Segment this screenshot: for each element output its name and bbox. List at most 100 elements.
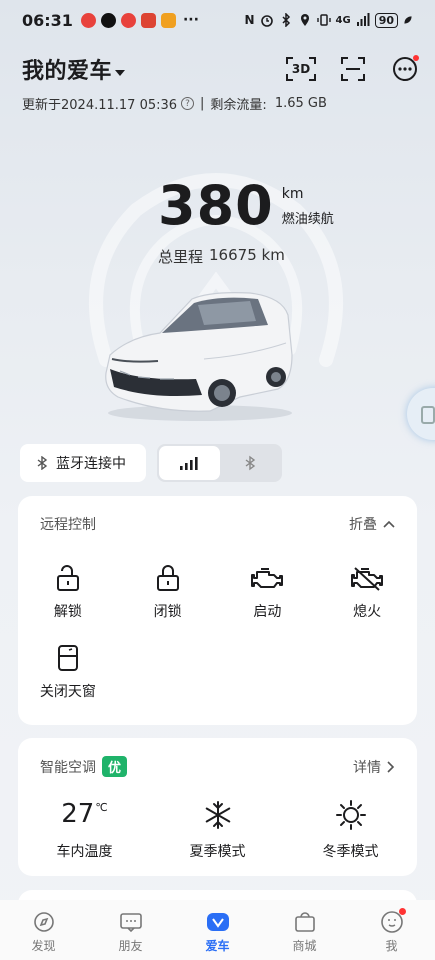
view-3d-button[interactable]: 3D — [285, 53, 317, 85]
tab-me-label: 我 — [385, 939, 398, 953]
air-quality-badge: 优 — [102, 756, 128, 777]
vibrate-icon — [316, 14, 331, 26]
unlock-icon — [56, 565, 79, 591]
tiktok-icon — [100, 12, 116, 28]
bluetooth-icon — [37, 456, 48, 470]
sun-icon — [335, 800, 366, 830]
unlock-button[interactable]: 解锁 — [18, 564, 118, 644]
status-time: 06:31 — [22, 10, 73, 30]
bluetooth-status-label: 蓝牙连接中 — [56, 456, 126, 472]
stop-engine-button[interactable]: 熄火 — [317, 564, 417, 644]
bluetooth-mode-tab[interactable] — [220, 446, 281, 480]
details-button[interactable]: 详情 — [353, 757, 395, 777]
tab-friends-label: 朋友 — [118, 939, 143, 953]
cabin-temp-label: 车内温度 — [56, 844, 113, 860]
tab-discover[interactable]: 发现 — [0, 900, 87, 960]
start-engine-button[interactable]: 启动 — [218, 564, 318, 644]
tab-friends[interactable]: 朋友 — [87, 900, 174, 960]
compass-icon — [33, 912, 54, 932]
cabin-temperature: 27 ℃ 车内温度 — [18, 799, 151, 861]
snowflake-icon — [205, 801, 230, 829]
engine-icon — [251, 568, 284, 588]
scan-icon — [341, 57, 365, 81]
tab-mall[interactable]: 商城 — [261, 900, 348, 960]
car-logo-icon — [206, 913, 229, 931]
connection-mode-toggle — [157, 444, 282, 482]
help-icon[interactable]: ? — [181, 97, 195, 110]
status-system-icons: N 4G 90 — [244, 12, 413, 28]
stop-engine-label: 熄火 — [353, 604, 382, 620]
remote-control-title: 远程控制 — [40, 517, 96, 533]
sunroof-icon — [57, 645, 78, 671]
summer-mode-button[interactable]: 夏季模式 — [151, 799, 284, 861]
nfc-icon: N — [244, 13, 255, 27]
scan-button[interactable] — [337, 53, 369, 85]
tab-mall-label: 商城 — [292, 939, 317, 953]
shopping-bag-icon — [294, 912, 315, 932]
lock-icon — [156, 565, 179, 591]
tab-my-car[interactable]: 爱车 — [174, 900, 261, 960]
signal-icon — [356, 13, 370, 26]
remote-control-card: 远程控制 折叠 解锁 闭锁 启动 熄火 关闭天窗 — [18, 496, 417, 725]
signal-bars-icon — [180, 457, 198, 470]
bottom-tab-bar: 发现 朋友 爱车 商城 我 — [0, 900, 435, 960]
weibo-icon — [120, 12, 136, 28]
close-sunroof-button[interactable]: 关闭天窗 — [18, 644, 118, 724]
bluetooth-icon — [245, 455, 255, 471]
collapse-button[interactable]: 折叠 — [349, 514, 395, 534]
status-app-icons: ··· — [80, 12, 199, 28]
winter-mode-label: 冬季模式 — [322, 844, 379, 860]
collapse-label: 折叠 — [349, 517, 377, 533]
update-separator: | — [200, 96, 205, 111]
data-remaining-value: 1.65 GB — [274, 96, 327, 111]
caret-down-icon[interactable] — [115, 70, 126, 76]
notification-dot — [399, 908, 406, 915]
lock-button[interactable]: 闭锁 — [118, 564, 218, 644]
tab-discover-label: 发现 — [31, 939, 56, 953]
start-engine-label: 启动 — [253, 604, 282, 620]
chevron-right-icon — [387, 760, 395, 773]
range-value: 380 — [158, 174, 274, 237]
notification-dot — [413, 55, 419, 61]
cabin-temp-unit: ℃ — [95, 801, 108, 814]
engine-off-icon — [351, 567, 384, 591]
car-image[interactable] — [100, 285, 300, 425]
unlock-label: 解锁 — [53, 604, 82, 620]
location-icon — [300, 14, 309, 26]
mileage-label: 总里程 — [158, 248, 204, 266]
range-label: 燃油续航 — [281, 212, 334, 227]
data-remaining-label: 剩余流量: — [210, 98, 267, 113]
tab-my-car-label: 爱车 — [205, 939, 230, 953]
lock-label: 闭锁 — [153, 604, 182, 620]
cabin-temp-value: 27 — [61, 799, 95, 829]
page-header: 我的爱车 3D — [22, 52, 421, 86]
smart-ac-title: 智能空调 — [40, 759, 96, 776]
fuel-range: 380 km 燃油续航 — [158, 178, 334, 234]
floating-assistant-button[interactable] — [407, 388, 435, 440]
news-icon — [140, 12, 156, 28]
mail-icon — [160, 12, 176, 28]
weibo-icon — [80, 12, 96, 28]
signal-mode-tab[interactable] — [159, 446, 220, 480]
total-mileage: 总里程 16675 km — [158, 246, 285, 267]
page-title[interactable]: 我的爱车 — [22, 53, 112, 85]
summer-mode-label: 夏季模式 — [189, 844, 246, 860]
view-3d-label: 3D — [291, 62, 311, 76]
eco-leaf-icon — [404, 16, 412, 24]
winter-mode-button[interactable]: 冬季模式 — [284, 799, 417, 861]
status-bar: 06:31 ··· N 4G 90 — [0, 0, 435, 40]
tab-me[interactable]: 我 — [348, 900, 435, 960]
details-label: 详情 — [353, 759, 381, 776]
smart-ac-card: 智能空调 优 详情 27 ℃ 车内温度 夏季模式 冬季模式 — [18, 738, 417, 876]
network-type: 4G — [335, 14, 351, 26]
chat-icon — [119, 913, 142, 933]
battery-indicator: 90 — [374, 12, 398, 28]
bluetooth-connection-chip[interactable]: 蓝牙连接中 — [20, 444, 146, 482]
update-time: 更新于2024.11.17 05:36 — [22, 98, 178, 113]
close-sunroof-label: 关闭天窗 — [39, 684, 96, 700]
more-notifications-icon: ··· — [182, 12, 199, 28]
bluetooth-icon — [281, 13, 290, 27]
alarm-icon — [260, 15, 273, 27]
messages-button[interactable] — [389, 53, 421, 85]
header-actions: 3D — [285, 53, 421, 85]
